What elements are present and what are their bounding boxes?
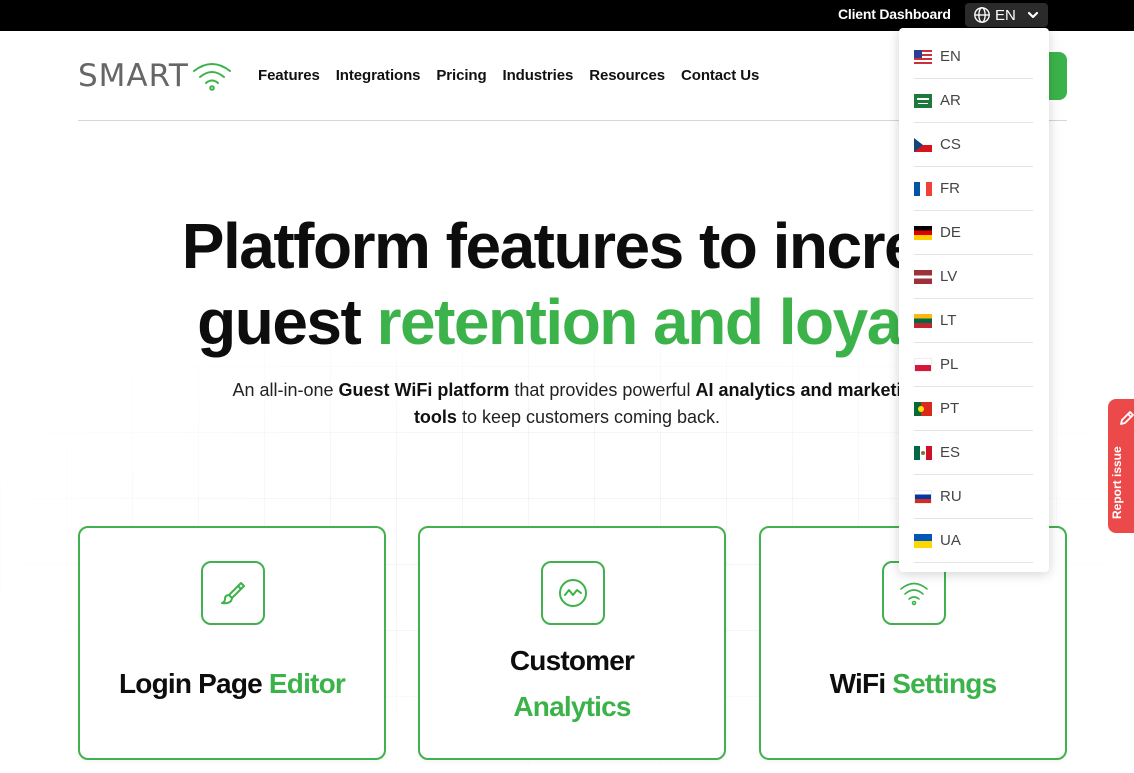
card-title-text: Customer [509, 645, 635, 676]
saudi-flag-icon [914, 93, 932, 108]
chevron-down-icon [1027, 11, 1038, 19]
main-nav: Features Integrations Pricing Industries… [258, 67, 759, 84]
latvia-flag-icon [914, 269, 932, 284]
nav-integrations[interactable]: Integrations [336, 67, 421, 84]
language-label: PL [940, 356, 959, 373]
client-dashboard-link[interactable]: Client Dashboard [838, 6, 951, 22]
card-title-highlight: Settings [892, 668, 997, 699]
mexico-flag-icon [914, 445, 932, 460]
hero-sub-bold: Guest WiFi platform [338, 380, 510, 400]
language-option-ru[interactable]: RU [914, 475, 1033, 519]
language-label: DE [940, 224, 961, 241]
wifi-icon [900, 582, 928, 606]
logo-text: SMART [78, 58, 189, 94]
language-option-lv[interactable]: LV [914, 255, 1033, 299]
language-label: RU [940, 488, 962, 505]
nav-features[interactable]: Features [258, 67, 320, 84]
card-title-text: WiFi [829, 668, 893, 699]
lithuania-flag-icon [914, 313, 932, 328]
feature-card-customer-analytics[interactable]: Customer Analytics [418, 526, 726, 760]
czech-flag-icon [914, 137, 932, 152]
nav-industries[interactable]: Industries [503, 67, 574, 84]
hero-sub-text: that provides powerful [509, 380, 696, 400]
hero-title-line2a: guest [197, 286, 377, 358]
language-label: PT [940, 400, 960, 417]
nav-pricing[interactable]: Pricing [436, 67, 486, 84]
language-option-cs[interactable]: CS [914, 123, 1033, 167]
card-icon-box [541, 561, 605, 625]
language-option-pt[interactable]: PT [914, 387, 1033, 431]
language-option-ua[interactable]: UA [914, 519, 1033, 563]
language-label: AR [940, 92, 961, 109]
language-selector[interactable]: EN [965, 3, 1048, 27]
nav-resources[interactable]: Resources [589, 67, 665, 84]
report-issue-button[interactable]: Report issue [1108, 399, 1134, 533]
language-label: CS [940, 136, 961, 153]
language-dropdown: EN AR CS FR DE LV LT PL PT ES RU UA [899, 28, 1049, 572]
language-option-fr[interactable]: FR [914, 167, 1033, 211]
language-selector-label: EN [995, 6, 1016, 24]
card-title-highlight: Analytics [513, 691, 631, 722]
portugal-flag-icon [914, 401, 932, 416]
brush-icon [221, 582, 245, 605]
language-option-ar[interactable]: AR [914, 79, 1033, 123]
language-label: FR [940, 180, 960, 197]
hero-title-highlight: retention and loyalt [376, 286, 939, 358]
analytics-icon [559, 579, 587, 607]
card-title-highlight: Editor [268, 668, 346, 699]
hero-sub-bold: tools [413, 407, 457, 427]
nav-contact-us[interactable]: Contact Us [681, 67, 759, 84]
language-label: EN [940, 48, 961, 65]
hero-title-line1: Platform features to increa [181, 210, 954, 282]
globe-icon [974, 7, 990, 23]
language-label: UA [940, 532, 961, 549]
language-option-en[interactable]: EN [914, 35, 1033, 79]
russia-flag-icon [914, 489, 932, 504]
card-title-text: Login Page [119, 668, 269, 699]
hero-sub-text: An all-in-one [232, 380, 339, 400]
feature-card-login-editor[interactable]: Login Page Editor [78, 526, 386, 760]
language-option-pl[interactable]: PL [914, 343, 1033, 387]
card-title: Login Page Editor [80, 661, 384, 707]
poland-flag-icon [914, 357, 932, 372]
ukraine-flag-icon [914, 533, 932, 548]
language-label: ES [940, 444, 961, 461]
card-icon-box [201, 561, 265, 625]
report-issue-label: Report issue [1110, 446, 1124, 519]
hero-sub-bold: AI analytics and marketi [695, 380, 902, 400]
language-option-lt[interactable]: LT [914, 299, 1033, 343]
pencil-icon [1120, 411, 1134, 425]
language-option-es[interactable]: ES [914, 431, 1033, 475]
hero-sub-text: to keep customers coming back. [456, 407, 721, 427]
language-label: LT [940, 312, 957, 329]
top-bar: Client Dashboard EN [0, 0, 1134, 31]
card-title: Customer Analytics [420, 638, 724, 730]
smart-logo[interactable]: SMART [78, 58, 233, 94]
card-title: WiFi Settings [761, 661, 1065, 707]
us-flag-icon [914, 49, 932, 64]
germany-flag-icon [914, 225, 932, 240]
logo-wifi-icon [192, 63, 231, 91]
language-label: LV [940, 268, 958, 285]
language-option-de[interactable]: DE [914, 211, 1033, 255]
france-flag-icon [914, 181, 932, 196]
